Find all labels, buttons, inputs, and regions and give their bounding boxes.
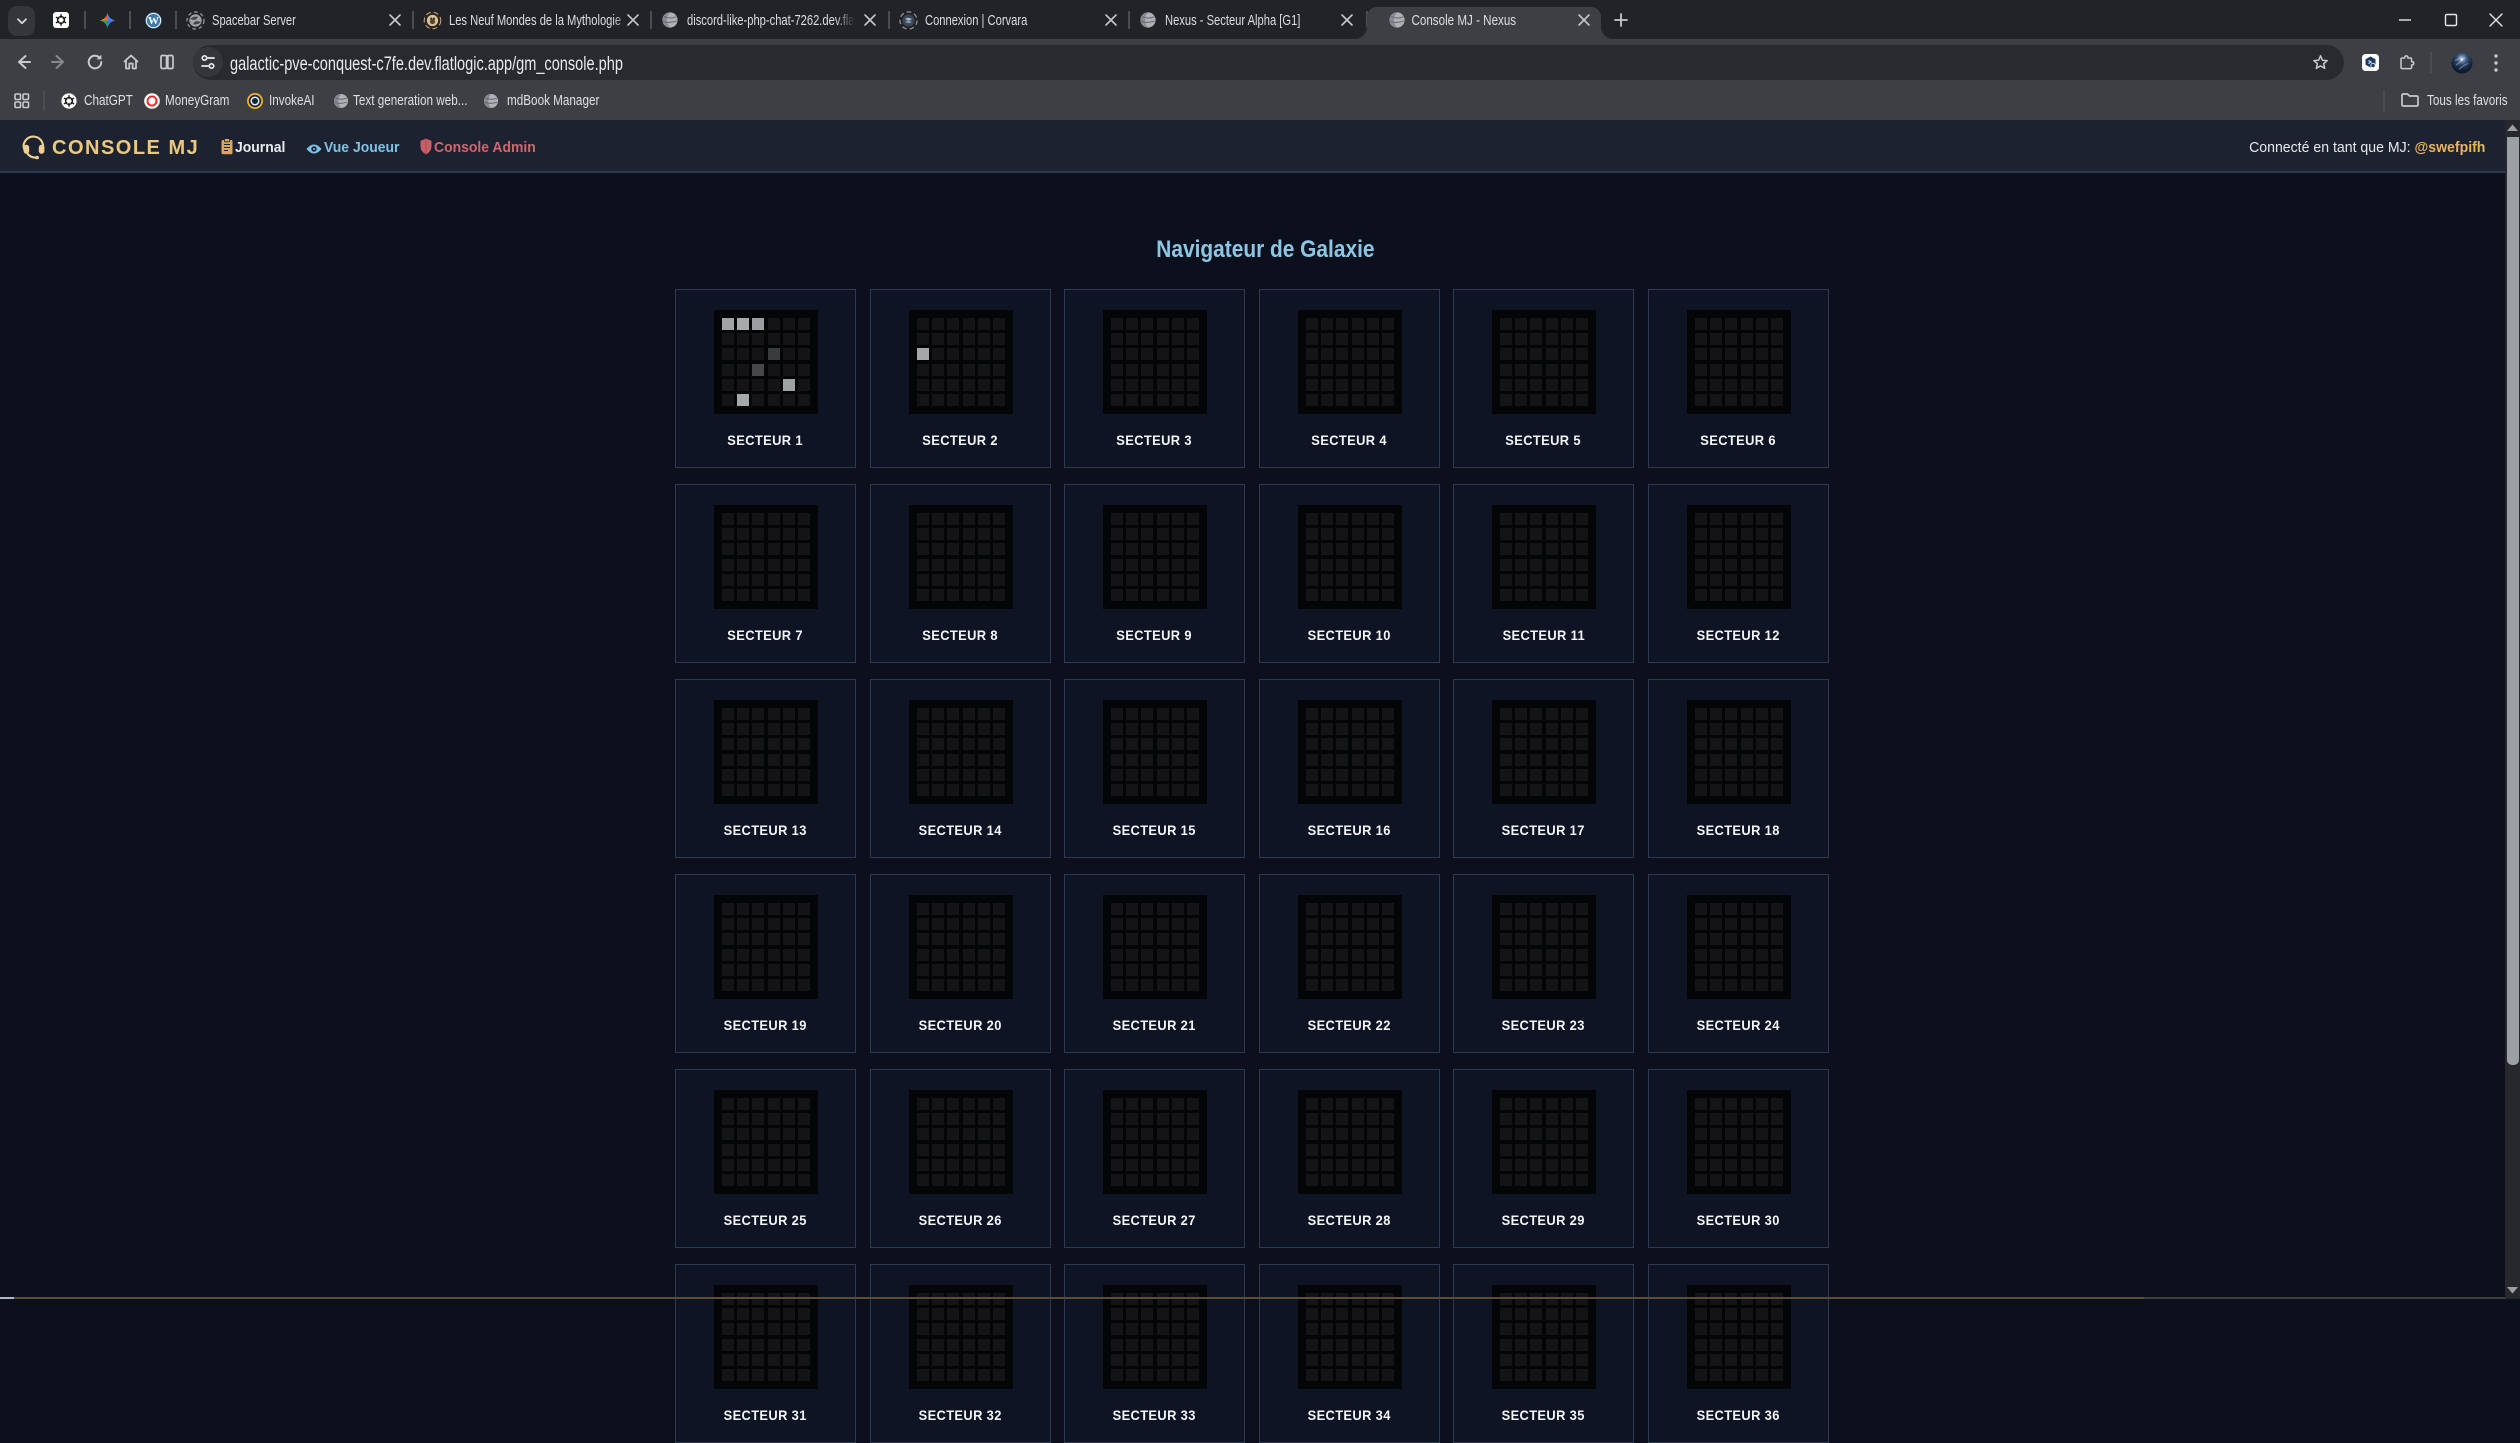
svg-text:W: W — [148, 15, 159, 27]
